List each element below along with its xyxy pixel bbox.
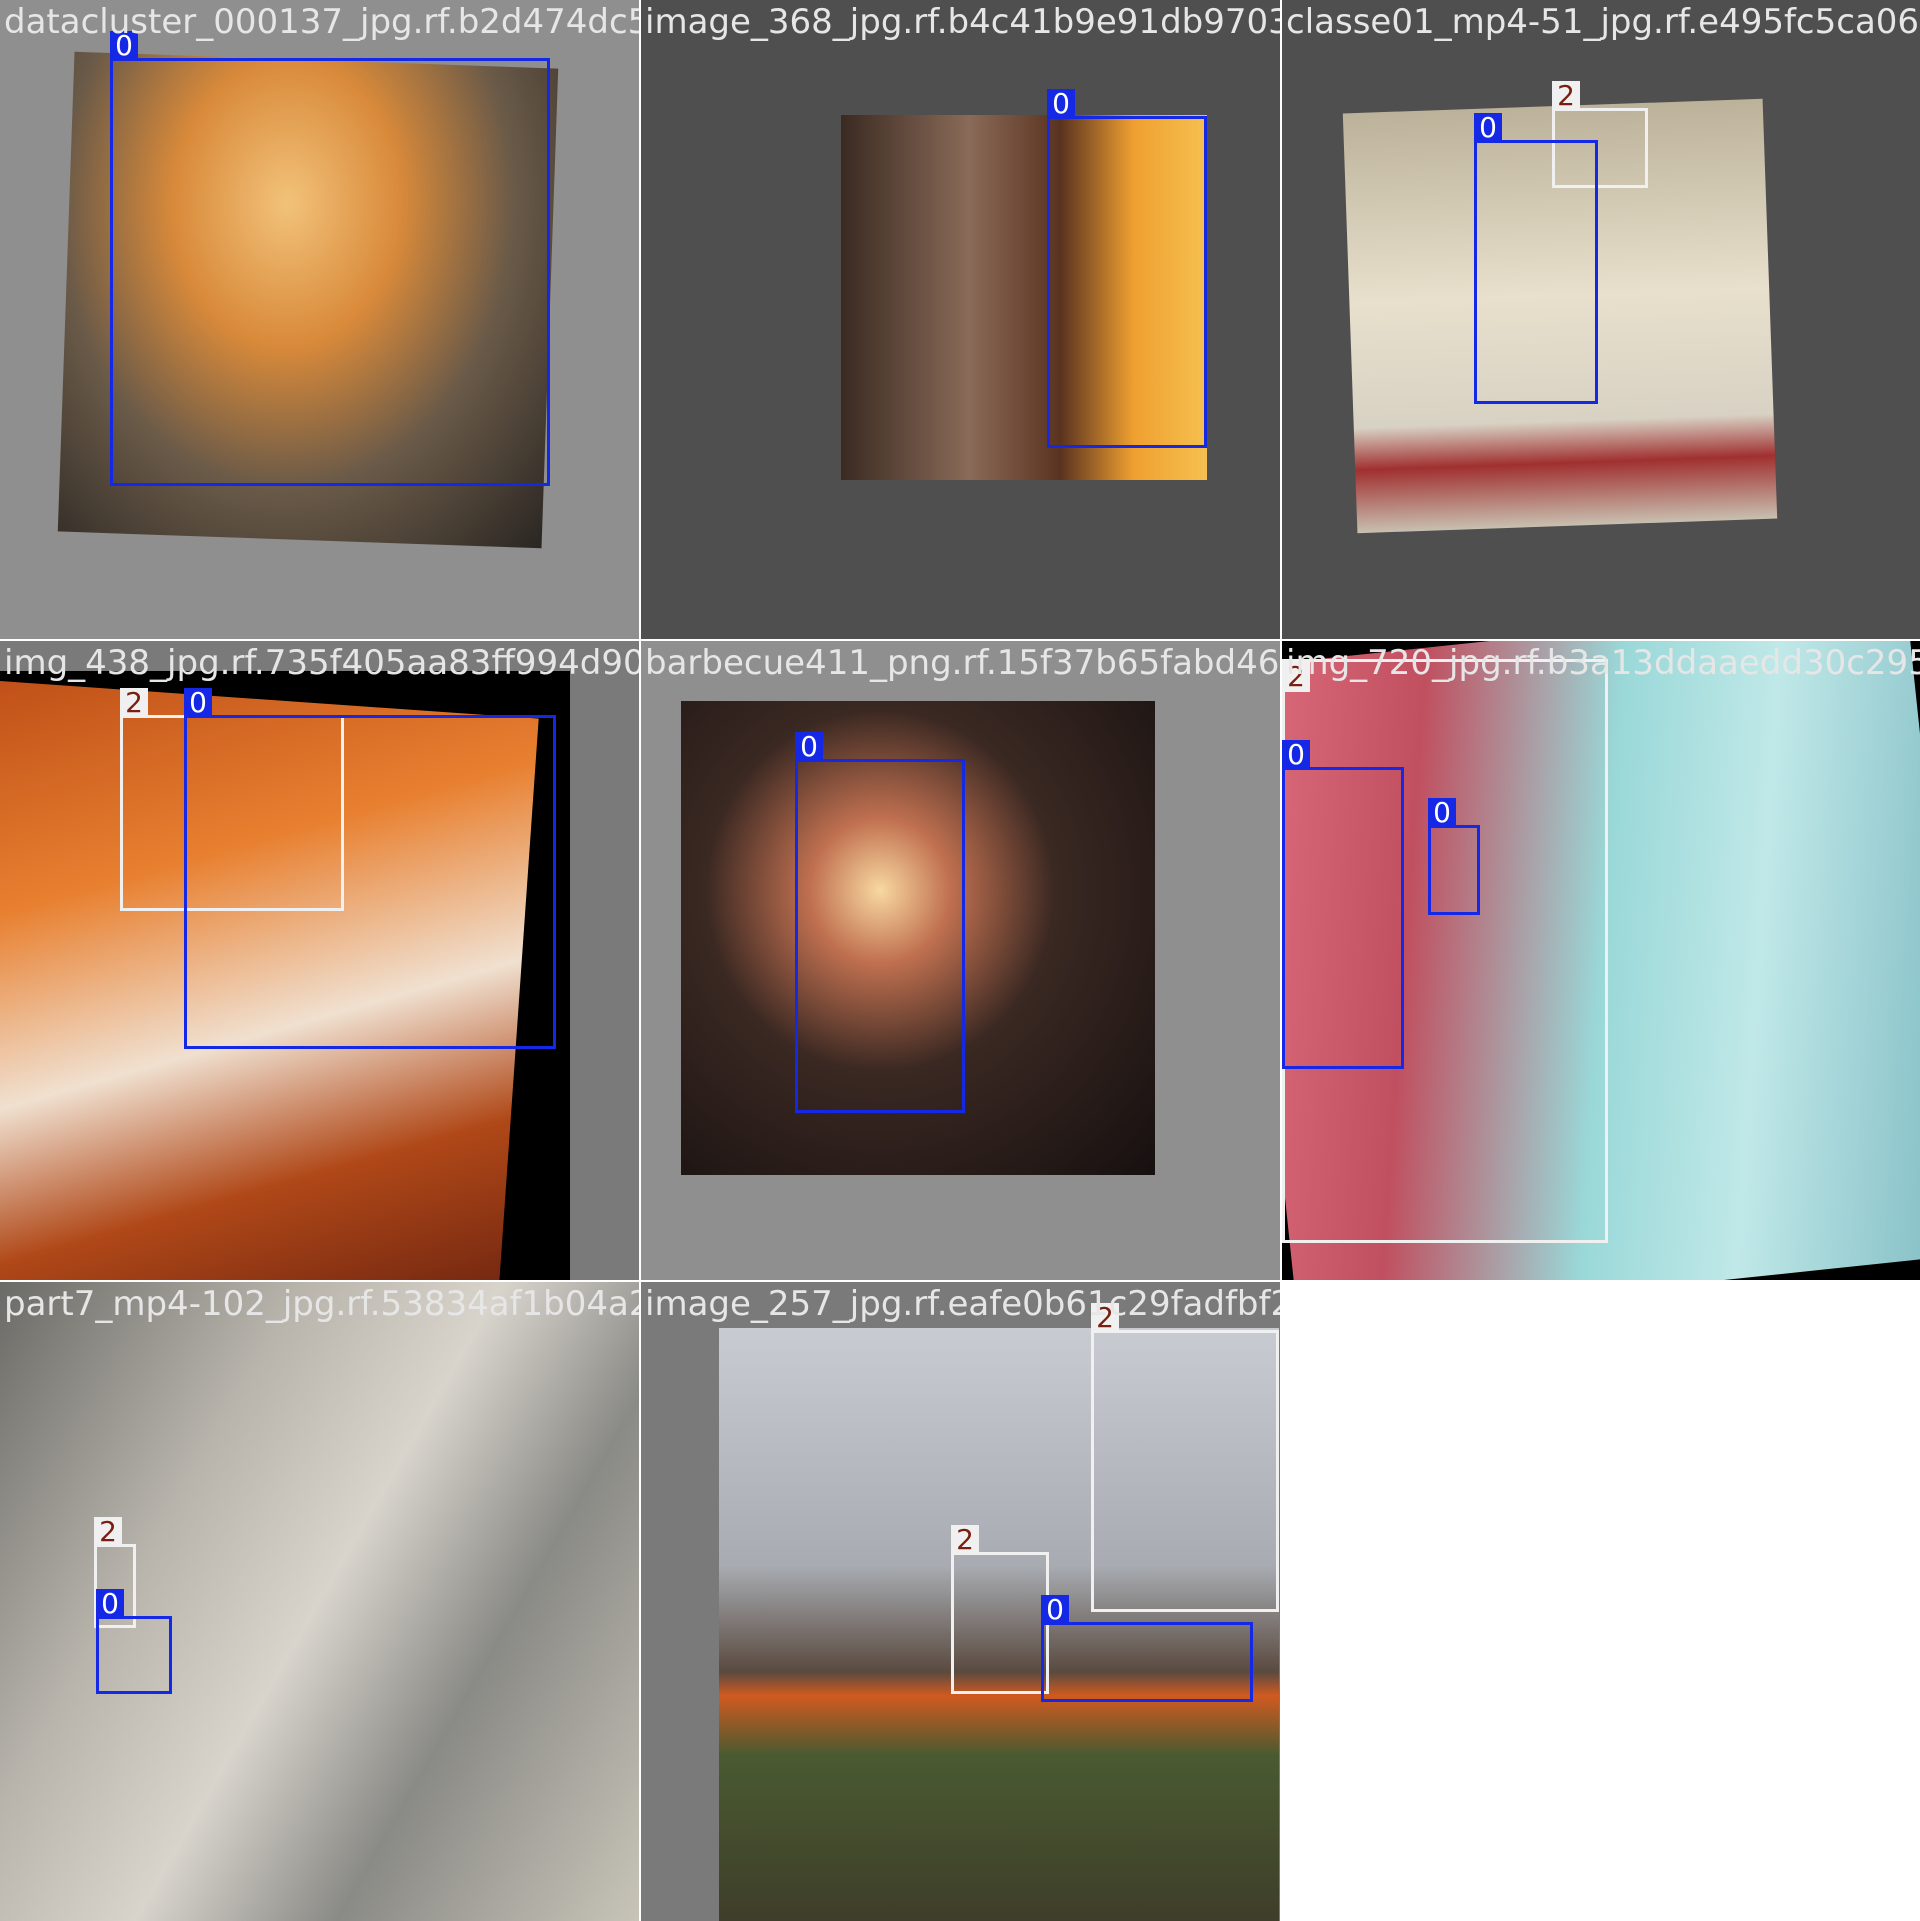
detection-box: 0 (1041, 1595, 1253, 1702)
detection-box: 0 (1474, 113, 1598, 404)
class-label: 0 (1047, 89, 1075, 119)
class-label: 2 (951, 1525, 979, 1555)
detection-box: 2 (1091, 1303, 1279, 1612)
image-filename: classe01_mp4-51_jpg.rf.e495fc5ca06 (1286, 2, 1920, 42)
image-filename: part7_mp4-102_jpg.rf.53834af1b04a2c329e (4, 1284, 639, 1324)
mosaic-tile-6: img_720_jpg.rf.b3a13ddaaedd30c295 2 0 0 (1282, 641, 1920, 1280)
mosaic-tile-5: barbecue411_png.rf.15f37b65fabd46a 0 (641, 641, 1280, 1280)
detection-box: 0 (96, 1589, 172, 1694)
image-filename: image_368_jpg.rf.b4c41b9e91db97034ad5b10 (645, 2, 1280, 42)
mosaic-tile-empty (1282, 1282, 1920, 1921)
class-label: 2 (1552, 81, 1580, 111)
mosaic-tile-3: classe01_mp4-51_jpg.rf.e495fc5ca06 2 0 (1282, 0, 1920, 639)
class-label: 0 (1428, 798, 1456, 828)
image-filename: img_720_jpg.rf.b3a13ddaaedd30c295 (1286, 643, 1920, 683)
mosaic-tile-4: img_438_jpg.rf.735f405aa83ff994d908a33d7… (0, 641, 639, 1280)
detection-box: 0 (1428, 798, 1480, 915)
mosaic-tile-2: image_368_jpg.rf.b4c41b9e91db97034ad5b10… (641, 0, 1280, 639)
mosaic-tile-7: part7_mp4-102_jpg.rf.53834af1b04a2c329e … (0, 1282, 639, 1921)
class-label: 2 (120, 688, 148, 718)
class-label: 0 (184, 688, 212, 718)
image-filename: datacluster_000137_jpg.rf.b2d474dc567fd5 (4, 2, 639, 42)
class-label: 0 (795, 732, 823, 762)
detection-box: 0 (795, 732, 965, 1113)
detection-box: 0 (184, 688, 556, 1049)
detection-box: 0 (110, 31, 550, 486)
class-label: 2 (94, 1517, 122, 1547)
class-label: 0 (1474, 113, 1502, 143)
class-label: 0 (1041, 1595, 1069, 1625)
detection-box: 2 (951, 1525, 1049, 1694)
class-label: 0 (96, 1589, 124, 1619)
image-filename: img_438_jpg.rf.735f405aa83ff994d908a33d7 (4, 643, 639, 683)
image-filename: barbecue411_png.rf.15f37b65fabd46a (645, 643, 1280, 683)
image-filename: image_257_jpg.rf.eafe0b61c29fadfbf277788 (645, 1284, 1280, 1324)
detection-box: 0 (1047, 89, 1207, 448)
mosaic-tile-1: datacluster_000137_jpg.rf.b2d474dc567fd5… (0, 0, 639, 639)
detection-box: 0 (1282, 740, 1404, 1069)
class-label: 0 (1282, 740, 1310, 770)
mosaic-tile-8: image_257_jpg.rf.eafe0b61c29fadfbf277788… (641, 1282, 1280, 1921)
